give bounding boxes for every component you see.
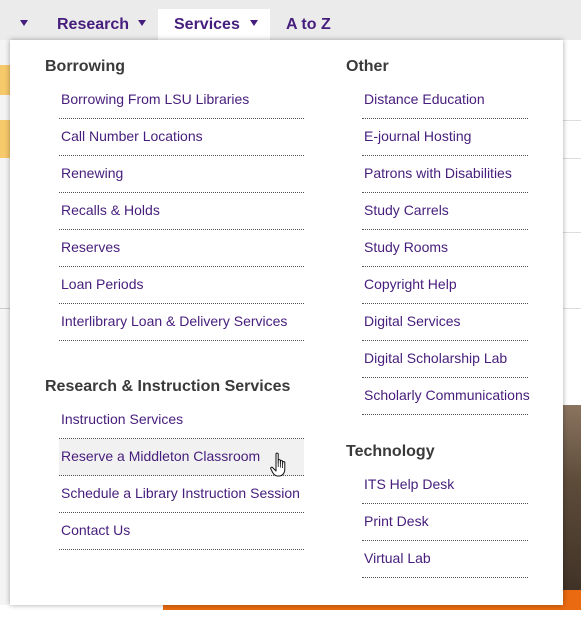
menu-link-reserve-middleton-classroom[interactable]: Reserve a Middleton Classroom	[59, 439, 304, 476]
nav-a-to-z[interactable]: A to Z	[270, 9, 350, 40]
menu-link-renewing[interactable]: Renewing	[59, 156, 304, 193]
background-accent-block	[0, 65, 10, 95]
menu-link-loan-periods[interactable]: Loan Periods	[59, 267, 304, 304]
menu-link-virtual-lab[interactable]: Virtual Lab	[362, 541, 528, 578]
hand-pointer-icon	[270, 452, 286, 477]
background-divider	[563, 308, 581, 309]
menu-link-digital-scholarship-lab[interactable]: Digital Scholarship Lab	[362, 341, 528, 378]
menu-link-recalls-holds[interactable]: Recalls & Holds	[59, 193, 304, 230]
chevron-down-icon	[138, 20, 146, 26]
background-divider	[0, 308, 10, 309]
menu-link-study-carrels[interactable]: Study Carrels	[362, 193, 528, 230]
other-heading: Other	[346, 58, 389, 75]
services-dropdown-menu: Borrowing Borrowing From LSU Libraries C…	[10, 40, 563, 605]
menu-link-instruction-services[interactable]: Instruction Services	[59, 402, 304, 439]
background-divider	[563, 120, 581, 121]
technology-heading: Technology	[346, 443, 435, 460]
menu-link-call-number-locations[interactable]: Call Number Locations	[59, 119, 304, 156]
menu-link-its-help-desk[interactable]: ITS Help Desk	[362, 467, 528, 504]
nav-research-label: Research	[57, 16, 130, 33]
menu-link-distance-education[interactable]: Distance Education	[362, 82, 528, 119]
menu-link-scholarly-communications[interactable]: Scholarly Communications	[362, 378, 530, 415]
menu-link-patrons-disabilities[interactable]: Patrons with Disabilities	[362, 156, 528, 193]
borrowing-heading: Borrowing	[45, 58, 125, 75]
chevron-down-icon	[250, 20, 258, 26]
chevron-down-icon	[20, 20, 28, 26]
menu-link-reserves[interactable]: Reserves	[59, 230, 304, 267]
menu-link-print-desk[interactable]: Print Desk	[362, 504, 528, 541]
menu-link-copyright-help[interactable]: Copyright Help	[362, 267, 528, 304]
top-navigation-bar: Research Services A to Z	[0, 0, 581, 40]
menu-link-e-journal-hosting[interactable]: E-journal Hosting	[362, 119, 528, 156]
nav-services-label: Services	[174, 16, 240, 33]
background-photo	[560, 405, 581, 595]
background-accent-block	[0, 120, 10, 158]
background-divider	[563, 158, 581, 159]
nav-research[interactable]: Research	[40, 9, 158, 40]
menu-link-borrowing-from-lsu[interactable]: Borrowing From LSU Libraries	[59, 82, 304, 119]
nav-services[interactable]: Services	[158, 9, 270, 40]
research-instruction-heading: Research & Instruction Services	[45, 378, 291, 395]
nav-a-to-z-label: A to Z	[286, 16, 331, 33]
menu-link-schedule-instruction-session[interactable]: Schedule a Library Instruction Session	[59, 476, 304, 513]
background-divider	[563, 232, 581, 233]
menu-link-study-rooms[interactable]: Study Rooms	[362, 230, 528, 267]
menu-link-contact-us[interactable]: Contact Us	[59, 513, 304, 550]
menu-link-interlibrary-loan[interactable]: Interlibrary Loan & Delivery Services	[59, 304, 304, 341]
menu-link-digital-services[interactable]: Digital Services	[362, 304, 528, 341]
